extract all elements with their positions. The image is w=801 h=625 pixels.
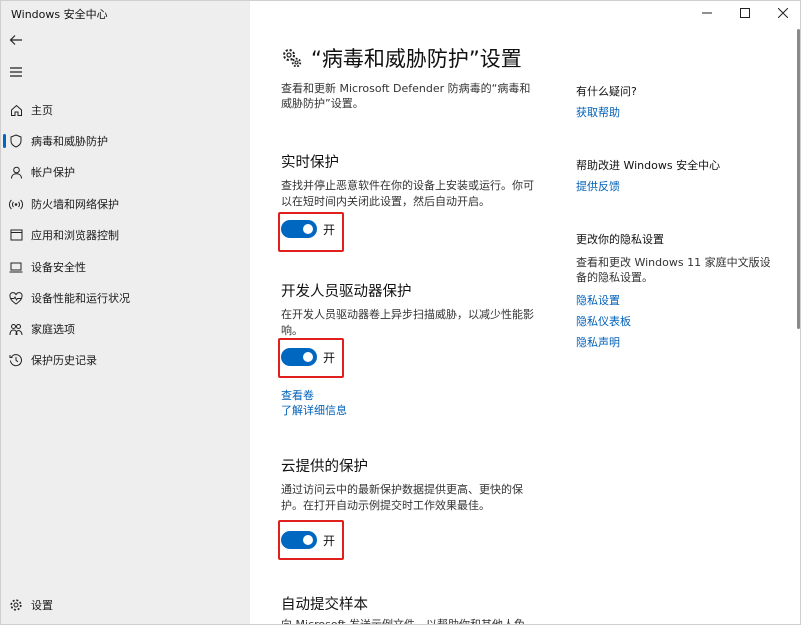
main-content: “病毒和威胁防护”设置 查看和更新 Microsoft Defender 防病毒… (250, 1, 800, 625)
minimize-button[interactable] (688, 1, 726, 25)
questions-heading: 有什么疑问? (576, 85, 637, 98)
privacy-description: 查看和更改 Windows 11 家庭中文版设备的隐私设置。 (576, 256, 771, 284)
laptop-icon (9, 260, 23, 274)
toggle-knob (303, 535, 313, 545)
improve-heading: 帮助改进 Windows 安全中心 (576, 159, 721, 172)
section-desc-cloud: 通过访问云中的最新保护数据提供更高、更快的保护。在打开自动示例提交时工作效果最佳… (281, 483, 523, 512)
page-title: “病毒和威胁防护”设置 (281, 43, 522, 73)
maximize-icon (740, 8, 750, 18)
sidebar-item-history[interactable]: 保护历史记录 (1, 346, 250, 374)
page-title-text: “病毒和威胁防护”设置 (311, 47, 522, 71)
toggle-state-label: 开 (323, 223, 336, 237)
section-title-realtime: 实时保护 (281, 155, 339, 171)
sidebar-item-app-browser[interactable]: 应用和浏览器控制 (1, 221, 250, 249)
family-icon (9, 322, 23, 336)
sidebar-item-home[interactable]: 主页 (1, 96, 250, 124)
menu-button[interactable] (7, 63, 25, 81)
privacy-dashboard-link[interactable]: 隐私仪表板 (576, 313, 631, 329)
sidebar-item-label: 主页 (31, 104, 53, 117)
close-button[interactable] (764, 1, 800, 25)
gear-icon (9, 598, 23, 612)
sidebar-item-label: 设备安全性 (31, 261, 86, 274)
privacy-heading: 更改你的隐私设置 (576, 233, 664, 246)
sidebar-item-label: 帐户保护 (31, 166, 75, 179)
section-desc-realtime: 查找并停止恶意软件在你的设备上安装或运行。你可以在短时间内关闭此设置，然后自动开… (281, 179, 534, 208)
sidebar-item-firewall[interactable]: 防火墙和网络保护 (1, 190, 250, 218)
sidebar-item-virus-protection[interactable]: 病毒和威胁防护 (1, 127, 250, 155)
sidebar-item-label: 病毒和威胁防护 (31, 135, 108, 148)
sidebar-item-device-security[interactable]: 设备安全性 (1, 253, 250, 281)
realtime-toggle[interactable] (281, 220, 317, 238)
maximize-button[interactable] (726, 1, 764, 25)
toggle-state-label: 开 (323, 534, 336, 548)
feedback-link[interactable]: 提供反馈 (576, 178, 620, 194)
section-desc-devdrive: 在开发人员驱动器卷上异步扫描威胁，以减少性能影响。 (281, 308, 534, 337)
wireless-icon (9, 197, 23, 211)
cloud-toggle[interactable] (281, 531, 317, 549)
section-title-sample: 自动提交样本 (281, 597, 368, 613)
hamburger-icon (10, 67, 22, 77)
window-controls (688, 1, 800, 25)
sidebar-item-label: 保护历史记录 (31, 354, 97, 367)
person-icon (9, 165, 23, 179)
heart-pulse-icon (9, 291, 23, 305)
page-intro: 查看和更新 Microsoft Defender 防病毒的“病毒和威胁防护”设置… (281, 82, 531, 110)
toggle-knob (303, 352, 313, 362)
get-help-link[interactable]: 获取帮助 (576, 104, 620, 120)
app-title: Windows 安全中心 (11, 8, 108, 21)
toggle-knob (303, 224, 313, 234)
privacy-statement-link[interactable]: 隐私声明 (576, 334, 620, 350)
minimize-icon (702, 12, 712, 14)
view-volumes-link[interactable]: 查看卷 (281, 387, 314, 403)
sidebar-item-label: 家庭选项 (31, 323, 75, 336)
close-icon (778, 8, 788, 18)
home-icon (9, 103, 23, 117)
history-icon (9, 353, 23, 367)
sidebar: Windows 安全中心 主页 病毒和威胁防护 帐户保护 防火墙和网络保护 应用… (1, 1, 250, 624)
scrollbar-thumb[interactable] (797, 29, 800, 329)
learn-more-link[interactable]: 了解详细信息 (281, 402, 347, 418)
privacy-settings-link[interactable]: 隐私设置 (576, 292, 620, 308)
section-title-devdrive: 开发人员驱动器保护 (281, 284, 412, 300)
section-desc-sample: 向 Microsoft 发送示例文件，以帮助你和其他人免 (281, 618, 526, 625)
sidebar-item-label: 设置 (31, 599, 53, 612)
sidebar-item-label: 设备性能和运行状况 (31, 292, 130, 305)
app-window: Windows 安全中心 主页 病毒和威胁防护 帐户保护 防火墙和网络保护 应用… (0, 0, 801, 625)
sidebar-item-account[interactable]: 帐户保护 (1, 158, 250, 186)
app-window-icon (9, 228, 23, 242)
shield-icon (9, 134, 23, 148)
toggle-state-label: 开 (323, 351, 336, 365)
sidebar-item-settings[interactable]: 设置 (1, 591, 250, 619)
back-arrow-icon (9, 35, 22, 45)
settings-gears-icon (281, 47, 303, 69)
sidebar-item-family[interactable]: 家庭选项 (1, 315, 250, 343)
back-button[interactable] (7, 31, 25, 49)
sidebar-item-label: 应用和浏览器控制 (31, 229, 119, 242)
section-title-cloud: 云提供的保护 (281, 459, 368, 475)
sidebar-item-device-health[interactable]: 设备性能和运行状况 (1, 284, 250, 312)
sidebar-item-label: 防火墙和网络保护 (31, 198, 119, 211)
devdrive-toggle[interactable] (281, 348, 317, 366)
